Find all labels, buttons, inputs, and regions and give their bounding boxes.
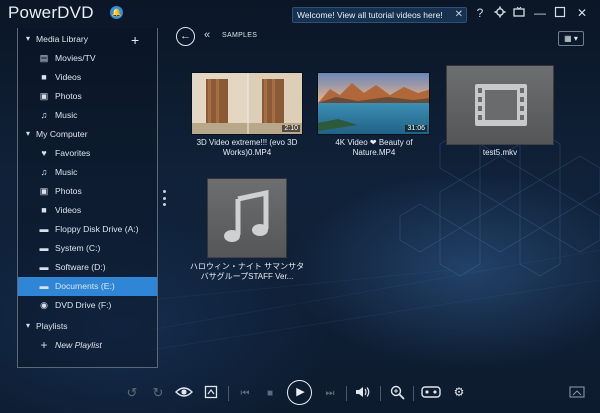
drive-icon: ▬ bbox=[39, 243, 49, 253]
sidebar-item-label: Videos bbox=[55, 72, 82, 82]
sidebar-item-label: Floppy Disk Drive (A:) bbox=[55, 224, 139, 234]
video-thumbnail[interactable]: 2:10 bbox=[191, 72, 303, 135]
sidebar-item-photos[interactable]: ▣ Photos bbox=[18, 87, 157, 106]
sidebar-item-label: Videos bbox=[55, 205, 82, 215]
welcome-text[interactable]: Welcome! View all tutorial videos here! bbox=[297, 10, 443, 20]
sidebar-item-label: DVD Drive (F:) bbox=[55, 300, 112, 310]
minimize-icon[interactable]: — bbox=[533, 6, 547, 20]
control-separator bbox=[228, 386, 229, 401]
sidebar-item-movies-tv[interactable]: ▤ Movies/TV bbox=[18, 49, 157, 68]
crop-icon[interactable] bbox=[203, 385, 219, 403]
bell-icon[interactable]: 🔔 bbox=[110, 6, 123, 19]
photo-icon: ▣ bbox=[39, 91, 49, 101]
settings-icon[interactable] bbox=[493, 6, 507, 20]
file-name: ハロウィン・ナイト サマンサタバサグループSTAFF Ver... bbox=[189, 262, 305, 281]
sidebar: ▾ Media Library + ▤ Movies/TV ■ Videos ▣… bbox=[17, 28, 158, 368]
volume-icon[interactable] bbox=[355, 385, 371, 403]
sidebar-item-dvd-drive[interactable]: ◉ DVD Drive (F:) bbox=[18, 296, 157, 315]
sidebar-item-music[interactable]: ♫ Music bbox=[18, 106, 157, 125]
tv-mode-icon[interactable] bbox=[512, 6, 526, 20]
chevron-down-icon[interactable]: ▾ bbox=[22, 320, 34, 332]
file-name: test5.mkv bbox=[482, 148, 518, 157]
plus-icon: + bbox=[40, 338, 48, 352]
sidebar-item-system-drive[interactable]: ▬ System (C:) bbox=[18, 239, 157, 258]
video-camera-icon: ■ bbox=[41, 205, 47, 215]
file-name: 3D Video extreme!!! (evo 3D Works)0.MP4 bbox=[196, 138, 298, 157]
music-note-icon: ♫ bbox=[40, 167, 48, 177]
sidebar-item-label: Software (D:) bbox=[55, 262, 106, 272]
sidebar-item-new-playlist[interactable]: + New Playlist bbox=[18, 336, 157, 355]
music-placeholder-thumbnail[interactable] bbox=[207, 178, 287, 258]
sidebar-item-label: System (C:) bbox=[55, 243, 101, 253]
heart-icon: ♥ bbox=[41, 148, 47, 158]
control-separator bbox=[413, 386, 414, 401]
drive-icon: ▬ bbox=[39, 224, 49, 234]
video-duration: 31:06 bbox=[405, 125, 427, 132]
section-label: Playlists bbox=[36, 321, 68, 331]
section-label: My Computer bbox=[36, 129, 88, 139]
app-title: PowerDVD bbox=[8, 3, 94, 22]
breadcrumb-collapse-icon[interactable]: « bbox=[204, 29, 210, 41]
video-thumbnail[interactable]: 31:06 bbox=[317, 72, 430, 135]
sidebar-item-label: Movies/TV bbox=[55, 53, 96, 63]
sidebar-item-label: Music bbox=[55, 110, 78, 120]
music-note-icon bbox=[224, 189, 269, 242]
photo-icon: ▣ bbox=[39, 186, 49, 196]
sidebar-item-favorites[interactable]: ♥ Favorites bbox=[18, 144, 157, 163]
next-icon[interactable]: ⏭ bbox=[322, 385, 338, 403]
sidebar-item-videos[interactable]: ■ Videos bbox=[18, 201, 157, 220]
control-separator bbox=[380, 386, 381, 401]
stop-icon[interactable]: ■ bbox=[263, 385, 277, 403]
back-arrow-icon[interactable]: ← bbox=[176, 27, 195, 46]
breadcrumb[interactable]: SAMPLES bbox=[222, 32, 257, 39]
sidebar-item-label: Photos bbox=[55, 186, 82, 196]
sidebar-item-documents-drive[interactable]: ▬ Documents (E:) bbox=[18, 277, 157, 296]
sidebar-item-label: Documents (E:) bbox=[55, 281, 115, 291]
title-bar: PowerDVD 🔔 Welcome! View all tutorial vi… bbox=[0, 0, 600, 28]
vr-headset-icon[interactable] bbox=[421, 385, 441, 403]
section-label: Media Library bbox=[36, 34, 89, 44]
grid-view-icon[interactable]: ▦ ▾ bbox=[558, 31, 584, 46]
sidebar-resize-handle[interactable] bbox=[162, 190, 166, 206]
zoom-icon[interactable] bbox=[389, 385, 405, 403]
sidebar-item-label: Favorites bbox=[55, 148, 91, 158]
play-icon[interactable]: ▶ bbox=[287, 380, 312, 405]
disc-icon: ◉ bbox=[40, 300, 48, 310]
sidebar-item-floppy-drive[interactable]: ▬ Floppy Disk Drive (A:) bbox=[18, 220, 157, 239]
chevron-down-icon[interactable]: ▾ bbox=[22, 128, 34, 140]
music-note-icon: ♫ bbox=[40, 110, 48, 120]
sidebar-section-media-library[interactable]: ▾ Media Library + bbox=[18, 30, 157, 49]
cast-icon[interactable] bbox=[568, 385, 586, 403]
help-icon[interactable]: ? bbox=[473, 6, 487, 20]
sidebar-item-label: New Playlist bbox=[55, 340, 102, 350]
drive-icon: ▬ bbox=[39, 281, 49, 291]
effects-icon[interactable]: ⚙ bbox=[450, 385, 468, 403]
eye-icon[interactable] bbox=[175, 385, 193, 403]
sidebar-section-my-computer[interactable]: ▾ My Computer bbox=[18, 125, 157, 144]
sidebar-item-label: Music bbox=[55, 167, 78, 177]
previous-icon[interactable]: ⏮ bbox=[237, 385, 253, 403]
drive-icon: ▬ bbox=[39, 262, 49, 272]
film-icon bbox=[475, 84, 527, 126]
video-camera-icon: ■ bbox=[41, 72, 47, 82]
sidebar-section-playlists[interactable]: ▾ Playlists bbox=[18, 317, 157, 336]
sidebar-item-music[interactable]: ♫ Music bbox=[18, 163, 157, 182]
control-separator bbox=[346, 386, 347, 401]
sidebar-item-videos[interactable]: ■ Videos bbox=[18, 68, 157, 87]
welcome-banner[interactable]: Welcome! View all tutorial videos here! … bbox=[292, 7, 467, 23]
sidebar-item-photos[interactable]: ▣ Photos bbox=[18, 182, 157, 201]
video-placeholder-thumbnail[interactable] bbox=[446, 65, 554, 145]
chevron-down-icon[interactable]: ▾ bbox=[22, 33, 34, 45]
rotate-right-icon[interactable]: ↻ bbox=[150, 385, 166, 403]
film-icon: ▤ bbox=[39, 53, 49, 63]
close-window-icon[interactable]: ✕ bbox=[575, 6, 589, 20]
video-duration: 2:10 bbox=[282, 125, 300, 132]
sidebar-item-software-drive[interactable]: ▬ Software (D:) bbox=[18, 258, 157, 277]
sidebar-item-label: Photos bbox=[55, 91, 82, 101]
file-name: 4K Video ❤ Beauty of Nature.MP4 bbox=[335, 138, 413, 157]
rotate-left-icon[interactable]: ↺ bbox=[124, 385, 140, 403]
close-icon[interactable]: ✕ bbox=[455, 9, 463, 20]
add-library-button[interactable]: + bbox=[131, 32, 139, 48]
maximize-icon[interactable] bbox=[553, 6, 567, 20]
